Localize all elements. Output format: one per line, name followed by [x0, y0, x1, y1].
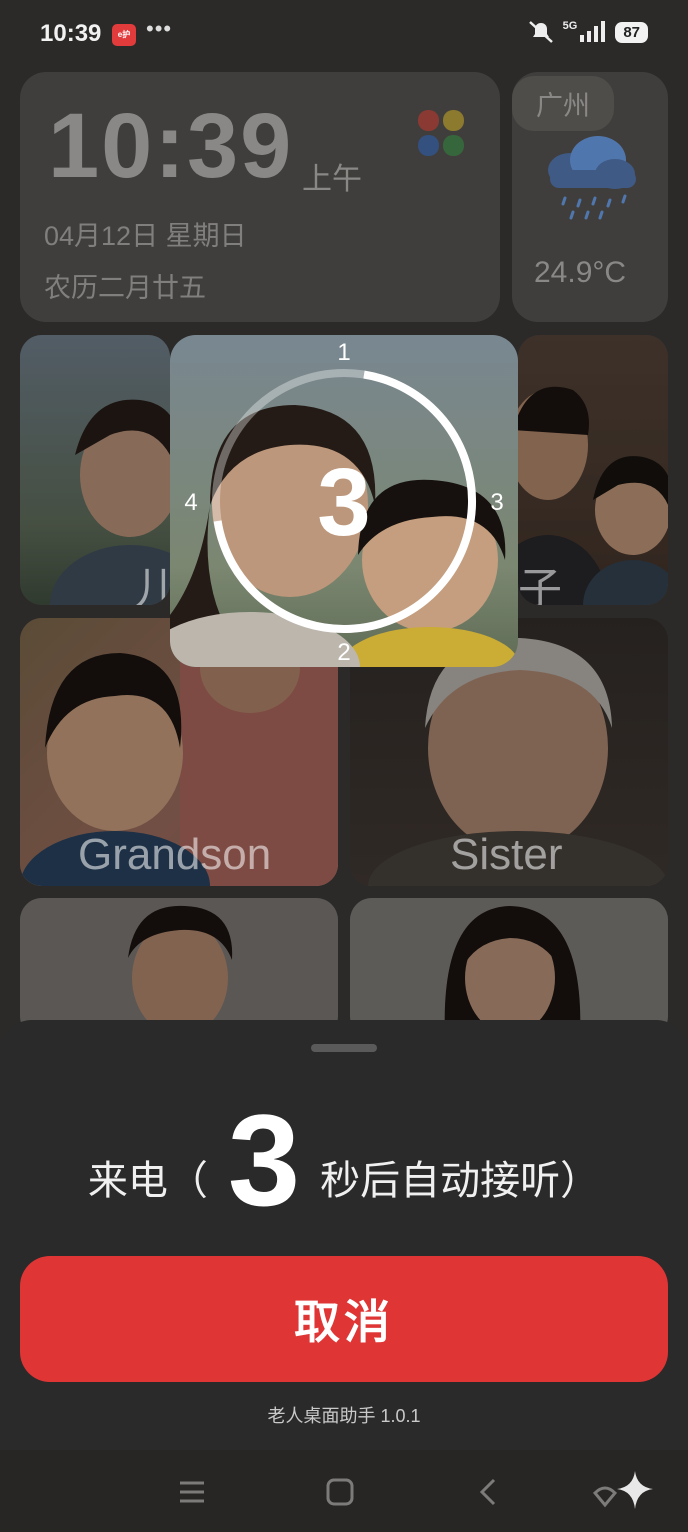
countdown-number: 3: [317, 449, 370, 556]
countdown-tick-right: 3: [490, 489, 503, 516]
app-version: 老人桌面助手 1.0.1: [267, 1406, 421, 1426]
countdown-ring: 1 3 2 4 3: [184, 339, 503, 666]
battery-indicator: 87: [615, 21, 648, 43]
contact-label: Sister: [450, 830, 563, 879]
clock-widget[interactable]: 10:39 上午 04月12日 星期日 农历二月廿五: [20, 72, 500, 322]
auto-answer-seconds: 3: [227, 1087, 301, 1233]
mute-bell-icon: [528, 21, 553, 43]
more-notifications-icon: •••: [146, 16, 173, 41]
lunar-date: 农历二月廿五: [44, 273, 206, 303]
countdown-tick-top: 1: [337, 339, 350, 366]
app-notification-icon: e护: [112, 24, 136, 46]
navigation-bar: [0, 1450, 688, 1532]
menu-icon[interactable]: [172, 1472, 212, 1512]
clock-time: 10:39: [48, 95, 294, 197]
clock-ampm: 上午: [302, 163, 362, 196]
status-bar: 10:39 e护 ••• 5G 87: [0, 0, 688, 70]
contact-tile-woman[interactable]: [350, 898, 668, 1038]
weather-city: 广州: [512, 76, 614, 131]
status-icons: 5G 87: [527, 20, 648, 44]
cancel-button[interactable]: 取消: [20, 1256, 668, 1382]
home-icon[interactable]: [320, 1472, 360, 1512]
status-time: 10:39: [40, 20, 102, 47]
clock-date: 04月12日 星期日: [44, 221, 247, 251]
tile-dim-overlay: [20, 898, 338, 1038]
auto-answer-message: 来电（ 3 秒后自动接听）: [0, 1087, 688, 1233]
network-type: 5G: [562, 20, 578, 32]
incoming-call-sheet: 来电（ 3 秒后自动接听） 取消 老人桌面助手 1.0.1: [0, 1020, 688, 1450]
countdown-tick-bottom: 2: [337, 639, 350, 666]
rain-cloud-icon: [548, 136, 636, 220]
tile-dim-overlay: [350, 898, 668, 1038]
back-icon[interactable]: [468, 1472, 508, 1512]
signal-icon: [580, 21, 606, 42]
assistant-icon[interactable]: [582, 1471, 662, 1512]
weather-widget[interactable]: 广州 24.9°C: [512, 72, 668, 322]
sheet-drag-handle[interactable]: [311, 1044, 377, 1052]
auto-answer-prefix: 来电（: [87, 1159, 208, 1203]
countdown-tick-left: 4: [184, 489, 197, 516]
contact-label: Grandson: [78, 830, 272, 879]
auto-answer-suffix: 秒后自动接听）: [320, 1159, 601, 1203]
weather-temperature: 24.9°C: [534, 256, 627, 289]
app-launcher-icon[interactable]: [418, 110, 464, 156]
contact-tile-man[interactable]: [20, 898, 338, 1038]
